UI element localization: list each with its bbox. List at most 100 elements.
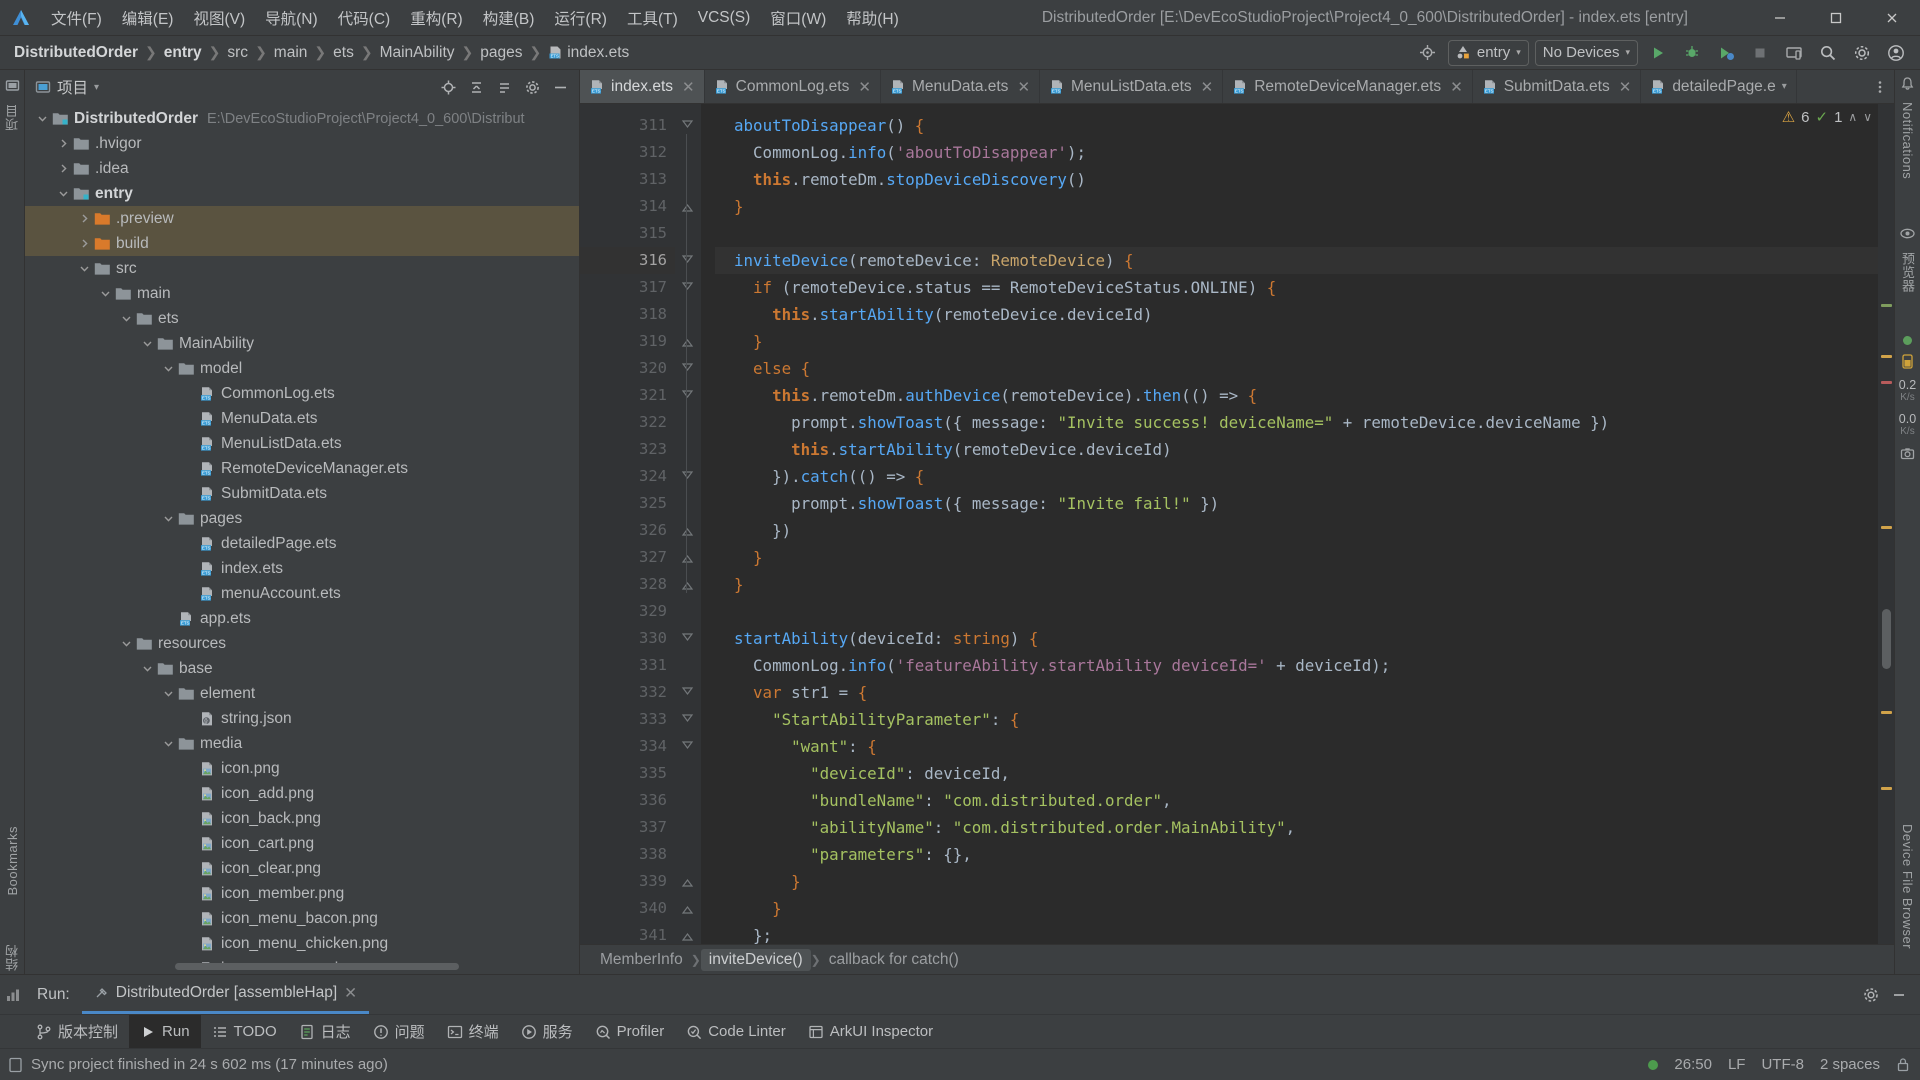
fold-collapse-icon[interactable] [675, 274, 701, 301]
editor-scrollbar-track[interactable] [1878, 104, 1894, 944]
inspection-mark[interactable] [1881, 711, 1892, 714]
code-line[interactable]: aboutToDisappear() { [715, 112, 1878, 139]
inspection-mark[interactable] [1881, 787, 1892, 790]
code-line[interactable]: } [715, 571, 1878, 598]
tree-node[interactable]: ETS detailedPage.ets [25, 531, 579, 556]
breadcrumb-item-distributedorder[interactable]: DistributedOrder [10, 44, 142, 62]
chevron-down-icon[interactable]: ∨ [1863, 110, 1872, 124]
inspection-widget[interactable]: ⚠ 6 ✓ 1 ∧ ∨ [1782, 108, 1872, 127]
editor-tab-remotedevicemanager-ets[interactable]: ETS RemoteDeviceManager.ets ✕ [1223, 70, 1473, 103]
file-encoding[interactable]: UTF-8 [1761, 1056, 1804, 1073]
chevron-down-icon[interactable]: ▾ [1782, 81, 1787, 92]
rail-bookmarks-label[interactable]: Bookmarks [5, 823, 20, 899]
menu-vcs[interactable]: VCS(S) [689, 5, 760, 31]
fold-expand-icon[interactable] [675, 868, 701, 895]
tree-node[interactable]: icon.png [25, 756, 579, 781]
breadcrumb-item-index-ets[interactable]: ETS index.ets [544, 44, 633, 62]
code-line[interactable]: this.remoteDm.authDevice(remoteDevice).t… [715, 382, 1878, 409]
code-line[interactable]: "StartAbilityParameter": { [715, 706, 1878, 733]
device-file-browser-label[interactable]: Device File Browser [1900, 821, 1915, 952]
tool-window-list[interactable]: TODO [201, 1015, 288, 1048]
chevron-down-icon[interactable]: ▾ [94, 82, 99, 93]
fold-collapse-icon[interactable] [675, 679, 701, 706]
hide-panel-icon[interactable] [1890, 986, 1908, 1004]
tree-node[interactable]: icon_cart.png [25, 831, 579, 856]
close-icon[interactable]: ✕ [1619, 78, 1632, 96]
fold-expand-icon[interactable] [675, 895, 701, 922]
code-editor[interactable]: ⚠ 6 ✓ 1 ∧ ∨ 311 312 313 314 315 316 317 318 319 3… [580, 104, 1894, 944]
editor-tab-menulistdata-ets[interactable]: ETS MenuListData.ets ✕ [1040, 70, 1224, 103]
tool-window-inspector[interactable]: ArkUI Inspector [797, 1015, 944, 1048]
tree-node[interactable]: ETS RemoteDeviceManager.ets [25, 456, 579, 481]
expand-icon[interactable] [491, 75, 517, 99]
gear-icon[interactable] [1848, 40, 1876, 66]
fold-expand-icon[interactable] [675, 544, 701, 571]
editor-tab-index-ets[interactable]: ETS index.ets ✕ [580, 70, 705, 103]
menu-bar[interactable]: 文件(F) 编辑(E) 视图(V) 导航(N) 代码(C) 重构(R) 构建(B) 运行(R)… [42, 3, 908, 33]
structure-crumb[interactable]: callback for catch() [821, 949, 967, 971]
code-line[interactable]: } [715, 328, 1878, 355]
fold-expand-icon[interactable] [675, 193, 701, 220]
inspection-mark[interactable] [1881, 304, 1892, 307]
menu-navigate[interactable]: 导航(N) [256, 3, 327, 33]
close-icon[interactable]: ✕ [1017, 78, 1030, 96]
tool-window-services[interactable]: 服务 [510, 1015, 584, 1048]
line-separator[interactable]: LF [1728, 1056, 1746, 1073]
code-line[interactable]: this.startAbility(remoteDevice.deviceId) [715, 436, 1878, 463]
tool-window-linter[interactable]: Code Linter [675, 1015, 797, 1048]
editor-structure-breadcrumb[interactable]: MemberInfo ❯ inviteDevice() ❯ callback for c… [580, 944, 1894, 974]
code-line[interactable]: this.remoteDm.stopDeviceDiscovery() [715, 166, 1878, 193]
menu-edit[interactable]: 编辑(E) [113, 3, 183, 33]
window-controls[interactable] [1752, 0, 1920, 36]
breadcrumb-item-pages[interactable]: pages [476, 44, 526, 62]
tree-node[interactable]: main [25, 281, 579, 306]
code-line[interactable]: else { [715, 355, 1878, 382]
tree-node[interactable]: icon_menu_bacon.png [25, 906, 579, 931]
structure-crumb[interactable]: inviteDevice() [700, 948, 811, 971]
rail-project-icon[interactable] [5, 76, 20, 95]
editor-tab-submitdata-ets[interactable]: ETS SubmitData.ets ✕ [1473, 70, 1642, 103]
profile-button[interactable] [1712, 40, 1740, 66]
chevron-up-icon[interactable]: ∧ [1848, 110, 1857, 124]
chevron-down-icon[interactable] [119, 313, 134, 324]
breadcrumb-item-ets[interactable]: ets [329, 44, 358, 62]
chevron-down-icon[interactable] [161, 688, 176, 699]
code-line[interactable]: prompt.showToast({ message: "Invite fail… [715, 490, 1878, 517]
tree-horizontal-scrollbar[interactable] [175, 963, 459, 970]
tree-node[interactable]: entry [25, 181, 579, 206]
minimize-button[interactable] [1752, 0, 1808, 36]
battery-icon[interactable] [1901, 353, 1914, 370]
tree-node[interactable]: ETS app.ets [25, 606, 579, 631]
notifications-icon[interactable] [1900, 76, 1915, 91]
run-configuration-tab[interactable]: DistributedOrder [assembleHap] ✕ [81, 975, 370, 1014]
fold-collapse-icon[interactable] [675, 382, 701, 409]
tree-node[interactable]: .hvigor [25, 131, 579, 156]
code-line[interactable]: }).catch(() => { [715, 463, 1878, 490]
tree-node[interactable]: ets [25, 306, 579, 331]
tree-node[interactable]: media [25, 731, 579, 756]
tool-window-terminal[interactable]: 终端 [436, 1015, 510, 1048]
fold-collapse-icon[interactable] [675, 112, 701, 139]
code-line[interactable]: CommonLog.info('aboutToDisappear'); [715, 139, 1878, 166]
code-line[interactable]: "bundleName": "com.distributed.order", [715, 787, 1878, 814]
tree-node[interactable]: model [25, 356, 579, 381]
chevron-right-icon[interactable] [77, 238, 92, 249]
code-line[interactable]: "abilityName": "com.distributed.order.Ma… [715, 814, 1878, 841]
fold-collapse-icon[interactable] [675, 625, 701, 652]
editor-tab-commonlog-ets[interactable]: ETS CommonLog.ets ✕ [705, 70, 881, 103]
tool-window-problem[interactable]: 问题 [362, 1015, 436, 1048]
close-icon[interactable]: ✕ [1201, 78, 1214, 96]
inspection-mark[interactable] [1881, 526, 1892, 529]
breadcrumb-item-main[interactable]: main [270, 44, 312, 62]
tree-node[interactable]: .preview [25, 206, 579, 231]
chevron-right-icon[interactable] [56, 138, 71, 149]
breadcrumb-item-mainability[interactable]: MainAbility [376, 44, 459, 62]
breadcrumb-item-entry[interactable]: entry [160, 44, 206, 62]
target-icon[interactable] [1414, 40, 1442, 66]
tree-node[interactable]: resources [25, 631, 579, 656]
code-line[interactable] [715, 598, 1878, 625]
module-selector[interactable]: entry ▾ [1447, 39, 1529, 66]
code-line[interactable]: } [715, 868, 1878, 895]
tree-node[interactable]: src [25, 256, 579, 281]
tool-window-bar[interactable]: 版本控制 Run TODO 日志 问题 终端 服务 Profiler Code Linter Ar… [0, 1014, 1920, 1048]
